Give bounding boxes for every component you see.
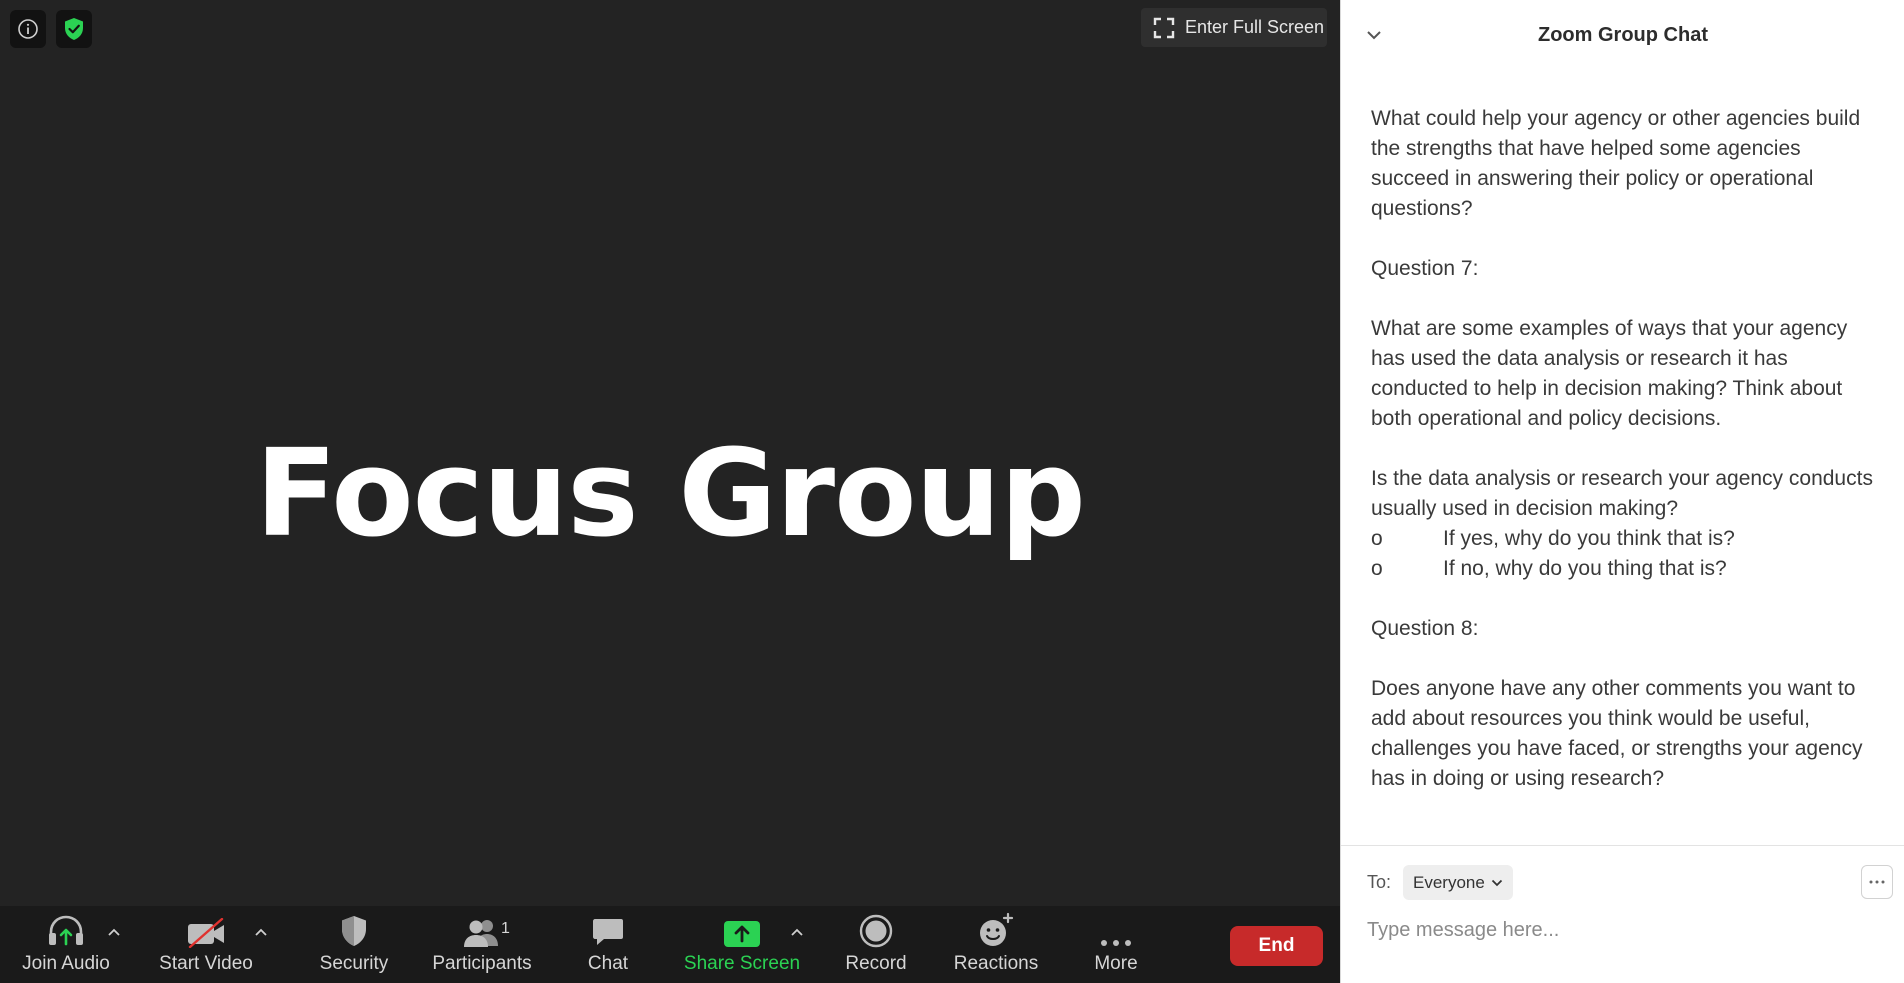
record-button[interactable]: Record xyxy=(836,906,916,983)
chat-message: Is the data analysis or research your ag… xyxy=(1371,467,1873,520)
to-label: To: xyxy=(1367,872,1392,892)
start-video-label: Start Video xyxy=(159,953,253,974)
more-label: More xyxy=(1094,953,1138,974)
reactions-button[interactable]: Reactions xyxy=(950,906,1042,983)
share-screen-button[interactable]: Share Screen xyxy=(682,906,802,983)
enter-full-screen-label: Enter Full Screen xyxy=(1185,17,1325,37)
top-left-icons xyxy=(10,10,92,48)
reactions-icon xyxy=(980,912,1014,946)
meeting-info-button[interactable] xyxy=(10,10,46,48)
chat-message: What could help your agency or other age… xyxy=(1371,107,1861,220)
chat-composer: To: Everyone xyxy=(1341,845,1904,983)
fullscreen-icon xyxy=(1153,17,1175,38)
start-video-button[interactable]: Start Video xyxy=(158,906,254,983)
shield-check-icon xyxy=(65,18,83,40)
meeting-area: Enter Full Screen Focus Group Join Audio xyxy=(0,0,1340,983)
share-screen-label: Share Screen xyxy=(683,953,801,974)
caret-up-icon xyxy=(255,928,267,936)
bullet-text: If no, why do you thing that is? xyxy=(1443,557,1727,580)
bullet-text: If yes, why do you think that is? xyxy=(1443,527,1735,550)
chat-message: Does anyone have any other comments you … xyxy=(1371,677,1863,790)
chevron-down-icon xyxy=(1491,879,1502,886)
info-icon xyxy=(18,19,38,39)
recipient-value: Everyone xyxy=(1413,872,1485,892)
chat-bubble-icon xyxy=(593,919,623,945)
caret-up-icon xyxy=(108,928,120,936)
reactions-label: Reactions xyxy=(953,953,1039,974)
chat-more-options-button[interactable] xyxy=(1861,865,1893,899)
participants-icon xyxy=(464,920,498,947)
chat-message-input[interactable] xyxy=(1367,912,1877,948)
shared-screen-title: Focus Group xyxy=(255,425,1086,564)
caret-up-icon xyxy=(791,928,803,936)
chat-title: Zoom Group Chat xyxy=(1538,23,1708,46)
more-dots-icon xyxy=(1869,880,1885,884)
chat-panel: Zoom Group Chat What could help your age… xyxy=(1340,0,1904,983)
more-dots-icon xyxy=(1101,940,1131,946)
bullet-marker: o xyxy=(1371,557,1383,580)
recipient-select[interactable]: Everyone xyxy=(1403,865,1513,900)
more-button[interactable]: More xyxy=(1076,906,1156,983)
video-options-caret[interactable] xyxy=(253,924,269,940)
enter-full-screen-button[interactable]: Enter Full Screen xyxy=(1141,8,1327,47)
shield-icon xyxy=(342,916,366,946)
share-options-caret[interactable] xyxy=(789,924,805,940)
chat-message: Question 7: xyxy=(1371,257,1479,280)
collapse-chat-button[interactable] xyxy=(1363,24,1385,46)
audio-options-caret[interactable] xyxy=(106,924,122,940)
encryption-button[interactable] xyxy=(56,10,92,48)
chevron-down-icon xyxy=(1367,31,1381,40)
join-audio-label: Join Audio xyxy=(22,953,110,974)
end-meeting-button[interactable]: End xyxy=(1230,926,1323,966)
share-screen-icon xyxy=(724,921,760,947)
chat-messages: What could help your agency or other age… xyxy=(1371,104,1881,794)
chat-bullet: o If yes, why do you think that is? xyxy=(1371,524,1881,554)
chat-header: Zoom Group Chat xyxy=(1341,0,1904,70)
chat-label: Chat xyxy=(587,953,629,974)
record-label: Record xyxy=(845,953,907,974)
bullet-marker: o xyxy=(1371,527,1383,550)
chat-message: Question 8: xyxy=(1371,617,1479,640)
record-icon xyxy=(859,914,893,948)
security-button[interactable]: Security xyxy=(310,906,398,983)
chat-bullet: o If no, why do you thing that is? xyxy=(1371,554,1881,584)
join-audio-button[interactable]: Join Audio xyxy=(22,906,110,983)
chat-message: What are some examples of ways that your… xyxy=(1371,317,1848,430)
headphones-icon xyxy=(49,915,83,946)
participants-label: Participants xyxy=(432,953,532,974)
chat-button[interactable]: Chat xyxy=(568,906,648,983)
participants-button[interactable]: Participants xyxy=(430,906,534,983)
video-off-icon xyxy=(188,918,224,948)
security-label: Security xyxy=(319,953,389,974)
meeting-toolbar: Join Audio Start Video Security Particip… xyxy=(0,906,1340,983)
participants-count: 1 xyxy=(501,920,510,937)
